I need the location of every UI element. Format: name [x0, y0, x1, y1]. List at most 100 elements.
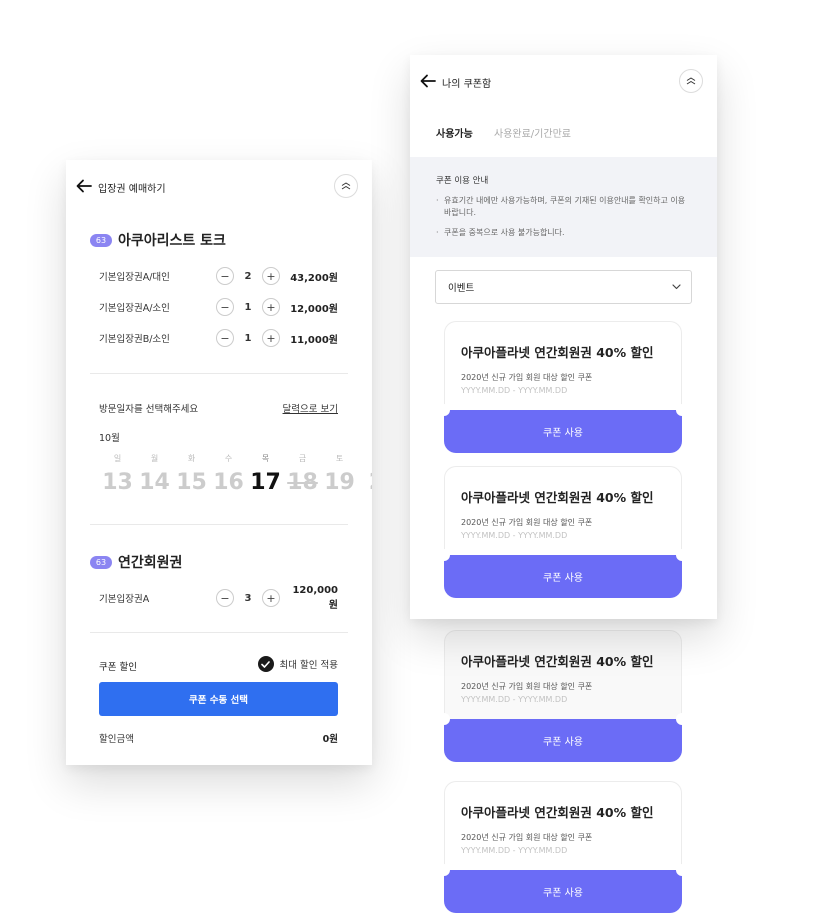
day-row: 13 14 15 16 17 18 19 2: [99, 471, 372, 495]
quantity-value: 3: [244, 592, 252, 604]
quantity-value: 2: [244, 270, 252, 282]
increase-button[interactable]: +: [262, 267, 280, 285]
menu-icon: [341, 182, 351, 190]
tab-available[interactable]: 사용가능: [436, 125, 473, 140]
day-cell[interactable]: 16: [210, 471, 247, 495]
day-cell[interactable]: 15: [173, 471, 210, 495]
day-cell[interactable]: 14: [136, 471, 173, 495]
notice-text: 유효기간 내에만 사용가능하며, 쿠폰의 기재된 이용안내를 확인하고 이용 바…: [444, 196, 686, 217]
menu-button[interactable]: [334, 174, 358, 198]
ticket-price: 11,000원: [290, 334, 338, 346]
back-arrow-icon[interactable]: [76, 179, 92, 193]
coupon-card: 아쿠아플라넷 연간회원권 40% 할인 2020년 신규 가입 회원 대상 할인…: [438, 466, 688, 598]
day-cell[interactable]: 2: [358, 471, 372, 495]
coupon-notch: [438, 549, 450, 561]
check-icon[interactable]: [257, 656, 274, 672]
calendar-view-link[interactable]: 달력으로 보기: [283, 401, 338, 415]
chevron-down-icon: [672, 284, 681, 290]
max-discount-toggle[interactable]: 최대 할인 적용: [257, 656, 338, 672]
quantity-stepper: − 1 +: [216, 298, 288, 316]
ticket-name: 기본입장권A/대인: [99, 272, 170, 283]
coupon-period: YYYY.MM.DD - YYYY.MM.DD: [461, 695, 568, 704]
filter-selected-value: 이벤트: [448, 283, 475, 294]
ticket-row: 기본입장권A/소인 − 1 + 12,000원: [99, 297, 338, 317]
weekday-label: 수: [224, 454, 233, 463]
discount-amount-value: 0원: [322, 734, 338, 745]
month-label: 10월: [99, 433, 120, 444]
coupon-title: 아쿠아플라넷 연간회원권 40% 할인: [461, 345, 654, 360]
day-cell[interactable]: 13: [99, 471, 136, 495]
coupon-info: 아쿠아플라넷 연간회원권 40% 할인 2020년 신규 가입 회원 대상 할인…: [444, 630, 682, 720]
menu-button[interactable]: [679, 69, 703, 93]
coupon-info: 아쿠아플라넷 연간회원권 40% 할인 2020년 신규 가입 회원 대상 할인…: [444, 466, 682, 556]
coupon-notch: [438, 404, 450, 416]
page-title: 입장권 예매하기: [98, 184, 166, 195]
day-cell-selected[interactable]: 17: [247, 471, 284, 495]
coupon-card: 아쿠아플라넷 연간회원권 40% 할인 2020년 신규 가입 회원 대상 할인…: [438, 321, 688, 453]
increase-button[interactable]: +: [262, 589, 280, 607]
ticket-price: 12,000원: [290, 303, 338, 315]
decrease-button[interactable]: −: [216, 329, 234, 347]
increase-button[interactable]: +: [262, 298, 280, 316]
ticket-row: 기본입장권A/대인 − 2 + 43,200원: [99, 266, 338, 286]
decrease-button[interactable]: −: [216, 267, 234, 285]
ticket-price: 120,000원: [292, 585, 338, 611]
section-title-aquarist-talk: 63 아쿠아리스트 토크: [90, 230, 226, 250]
divider: [90, 373, 348, 374]
ticket-price: 43,200원: [290, 272, 338, 284]
menu-icon: [686, 77, 696, 85]
coupon-period: YYYY.MM.DD - YYYY.MM.DD: [461, 846, 568, 855]
coupon-period: YYYY.MM.DD - YYYY.MM.DD: [461, 531, 568, 540]
weekday-label: 금: [298, 454, 307, 463]
use-coupon-button[interactable]: 쿠폰 사용: [444, 719, 682, 762]
coupon-notch: [438, 713, 450, 725]
ticket-row: 기본입장권A − 3 + 120,000원: [99, 585, 338, 611]
ticket-name: 기본입장권B/소인: [99, 334, 170, 345]
section-title-annual-membership: 63 연간회원권: [90, 552, 182, 572]
decrease-button[interactable]: −: [216, 589, 234, 607]
tab-used-expired[interactable]: 사용완료/기간만료: [494, 125, 571, 140]
coupon-description: 2020년 신규 가입 회원 대상 할인 쿠폰: [461, 833, 593, 842]
divider: [90, 524, 348, 525]
coupon-title: 아쿠아플라넷 연간회원권 40% 할인: [461, 490, 654, 505]
back-arrow-icon[interactable]: [420, 74, 436, 88]
page-title: 나의 쿠폰함: [442, 79, 492, 90]
coupon-card: 아쿠아플라넷 연간회원권 40% 할인 2020년 신규 가입 회원 대상 할인…: [438, 781, 688, 913]
weekday-label: 일: [113, 454, 122, 463]
weekday-row: 일 월 화 수 목 금 토: [99, 453, 358, 464]
quantity-stepper: − 1 +: [216, 329, 288, 347]
ticket-booking-screen: 입장권 예매하기 63 아쿠아리스트 토크 기본입장권A/대인 − 2 + 43…: [66, 160, 372, 765]
ticket-name: 기본입장권A: [99, 594, 150, 605]
notice-line: · 쿠폰을 중복으로 사용 불가능합니다.: [436, 227, 691, 239]
manual-coupon-select-button[interactable]: 쿠폰 수동 선택: [99, 682, 338, 716]
coupon-description: 2020년 신규 가입 회원 대상 할인 쿠폰: [461, 518, 593, 527]
day-cell[interactable]: 19: [321, 471, 358, 495]
notice-bullet: ·: [436, 196, 439, 205]
notice-title: 쿠폰 이용 안내: [436, 176, 489, 186]
quantity-stepper: − 2 +: [216, 267, 288, 285]
notice-text: 쿠폰을 중복으로 사용 불가능합니다.: [444, 228, 565, 237]
date-select-label: 방문일자를 선택해주세요: [99, 404, 199, 415]
coupon-notch: [676, 549, 688, 561]
quantity-value: 1: [244, 301, 252, 313]
coupon-title: 아쿠아플라넷 연간회원권 40% 할인: [461, 805, 654, 820]
section-title-text: 아쿠아리스트 토크: [118, 233, 226, 249]
increase-button[interactable]: +: [262, 329, 280, 347]
divider: [90, 632, 348, 633]
coupon-notch: [676, 404, 688, 416]
use-coupon-button[interactable]: 쿠폰 사용: [444, 870, 682, 913]
use-coupon-button[interactable]: 쿠폰 사용: [444, 410, 682, 453]
weekday-label: 월: [150, 454, 159, 463]
coupon-box-header: 나의 쿠폰함: [410, 55, 717, 105]
quantity-value: 1: [244, 332, 252, 344]
notice-line: · 유효기간 내에만 사용가능하며, 쿠폰의 기재된 이용안내를 확인하고 이용…: [436, 195, 691, 219]
use-coupon-button[interactable]: 쿠폰 사용: [444, 555, 682, 598]
discount-amount-label: 할인금액: [99, 734, 134, 745]
booking-header: 입장권 예매하기: [66, 160, 372, 210]
decrease-button[interactable]: −: [216, 298, 234, 316]
quantity-stepper: − 3 +: [216, 589, 288, 607]
coupon-filter-select[interactable]: 이벤트: [435, 270, 692, 304]
weekday-label: 목: [261, 454, 270, 463]
ticket-name: 기본입장권A/소인: [99, 303, 170, 314]
coupon-notch: [676, 713, 688, 725]
